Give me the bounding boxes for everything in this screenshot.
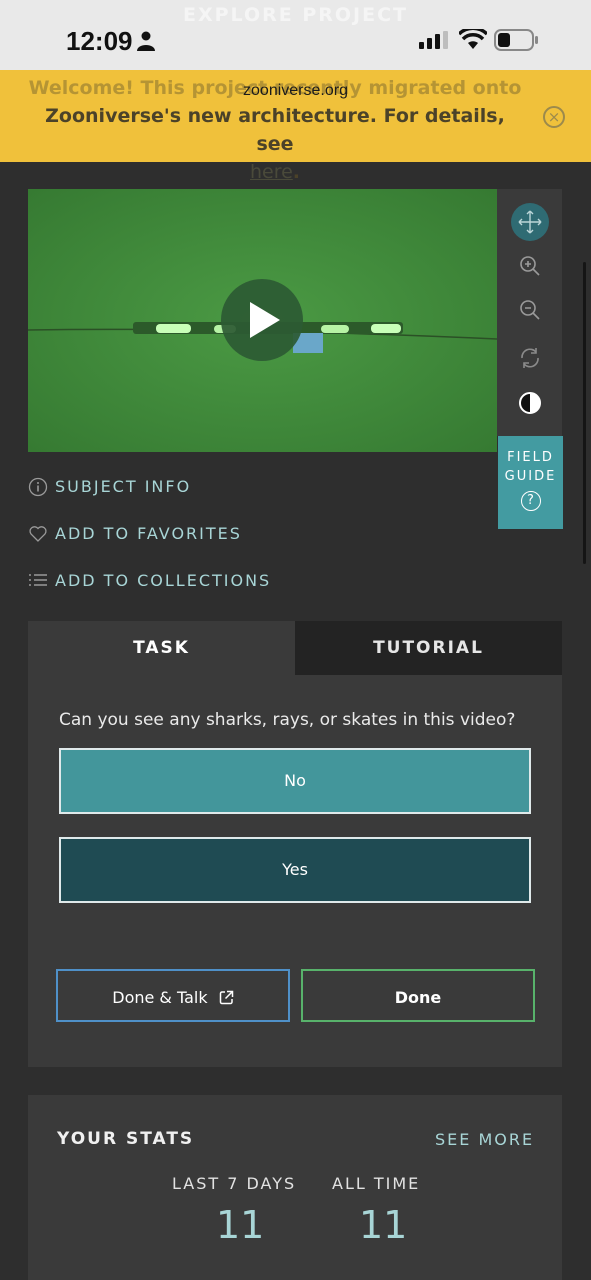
zoom-in-icon[interactable] (511, 247, 549, 285)
video-frame (28, 189, 497, 452)
stats-title: YOUR STATS (57, 1129, 195, 1149)
move-icon[interactable] (511, 203, 549, 241)
clock: 12:09 (66, 26, 133, 56)
all-time-label: ALL TIME (332, 1174, 421, 1193)
heart-icon (29, 526, 47, 542)
see-more-link[interactable]: SEE MORE (435, 1130, 534, 1149)
help-icon: ? (520, 491, 541, 511)
last-7-days-value: 11 (216, 1203, 265, 1247)
page-scrollbar[interactable] (583, 262, 586, 564)
done-and-talk-button[interactable]: Done & Talk (56, 969, 290, 1022)
battery-icon (494, 29, 538, 51)
rotate-icon[interactable] (511, 339, 549, 377)
close-banner-icon[interactable]: × (543, 106, 565, 128)
all-time-value: 11 (359, 1203, 408, 1247)
field-guide-button[interactable]: FIELD GUIDE ? (498, 436, 563, 529)
done-and-talk-label: Done & Talk (112, 988, 208, 1007)
cellular-signal-icon (419, 31, 448, 49)
done-button[interactable]: Done (301, 969, 535, 1022)
browser-url[interactable]: zooniverse.org (0, 82, 591, 100)
external-link-icon (219, 990, 233, 1005)
wifi-icon (459, 29, 487, 49)
subject-video[interactable] (28, 189, 497, 452)
last-7-days-label: LAST 7 DAYS (172, 1174, 297, 1193)
banner-line-2: Zooniverse's new architecture. For detai… (45, 105, 505, 155)
viewer-toolbar (497, 189, 562, 436)
task-question: Can you see any sharks, rays, or skates … (59, 710, 516, 730)
tab-task[interactable]: TASK (28, 621, 295, 675)
banner-here-link[interactable]: here (250, 161, 293, 183)
banner-period: . (292, 161, 301, 183)
add-to-favorites-label: ADD TO FAVORITES (55, 524, 242, 543)
person-icon (137, 31, 155, 51)
answer-no-button[interactable]: No (59, 748, 531, 814)
explore-project-nav[interactable]: EXPLORE PROJECT (0, 4, 591, 26)
invert-colors-icon[interactable] (511, 384, 549, 422)
status-bar: EXPLORE PROJECT 12:09 (0, 0, 591, 70)
info-icon (28, 477, 48, 497)
field-guide-line-2: GUIDE (504, 469, 557, 484)
add-to-collections-label: ADD TO COLLECTIONS (55, 571, 272, 590)
list-icon (29, 574, 47, 586)
subject-info-label: SUBJECT INFO (55, 477, 192, 496)
field-guide-line-1: FIELD (507, 450, 554, 465)
answer-yes-button[interactable]: Yes (59, 837, 531, 903)
tab-tutorial[interactable]: TUTORIAL (295, 621, 562, 675)
zoom-out-icon[interactable] (511, 291, 549, 329)
